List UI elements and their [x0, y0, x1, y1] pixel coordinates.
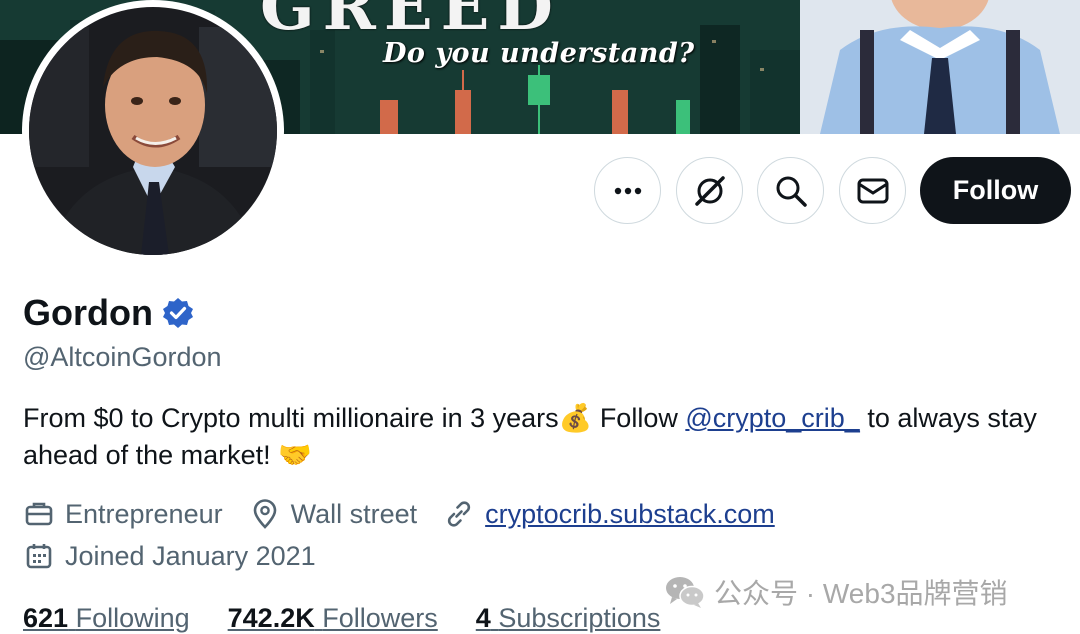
grok-icon [694, 175, 725, 206]
avatar-photo [29, 7, 277, 255]
location-text: Wall street [290, 498, 418, 529]
briefcase-icon [25, 502, 53, 526]
website-item: cryptocrib.substack.com [443, 498, 775, 530]
verified-badge-icon[interactable] [161, 296, 195, 330]
handshake-emoji: 🤝 [278, 440, 312, 471]
followers-stat[interactable]: 742.2K Followers [228, 603, 438, 634]
profile-stats: 621 Following 742.2K Followers 4 Subscri… [23, 603, 698, 634]
follow-button[interactable]: Follow [920, 157, 1071, 224]
profile-bio: From $0 to Crypto multi millionaire in 3… [23, 400, 1043, 474]
avatar[interactable] [22, 0, 284, 262]
profile-joined-row: Joined January 2021 [23, 540, 342, 572]
following-count: 621 [23, 603, 69, 633]
calendar-icon [26, 544, 52, 569]
more-button[interactable] [594, 157, 661, 224]
joined-text: Joined January 2021 [65, 540, 316, 571]
bio-text-2: Follow [592, 403, 686, 433]
profile-name-row: Gordon [23, 292, 195, 334]
banner-tagline: Do you understand? [383, 38, 695, 69]
following-stat[interactable]: 621 Following [23, 603, 190, 634]
website-link[interactable]: cryptocrib.substack.com [485, 499, 775, 530]
search-profile-button[interactable] [757, 157, 824, 224]
following-label: Following [75, 603, 190, 633]
bio-text-1: From $0 to Crypto multi millionaire in 3… [23, 403, 559, 433]
money-bag-emoji: 💰 [558, 403, 593, 434]
joined-item: Joined January 2021 [23, 540, 316, 572]
bio-mention-link[interactable]: @crypto_crib_ [685, 403, 859, 433]
subscriptions-count: 4 [475, 603, 491, 633]
grok-button[interactable] [676, 157, 743, 224]
wechat-icon [666, 577, 705, 608]
more-icon [614, 187, 641, 194]
banner-person-image [800, 0, 1080, 134]
location-item: Wall street [249, 498, 418, 530]
profession-text: Entrepreneur [65, 498, 223, 529]
message-button[interactable] [839, 157, 906, 224]
profile-meta-row: Entrepreneur Wall street cryptocrib.subs… [23, 498, 801, 530]
profile-handle: @AltcoinGordon [23, 342, 222, 372]
followers-label: Followers [322, 603, 438, 633]
followers-count: 742.2K [227, 603, 315, 633]
message-icon [857, 178, 888, 203]
location-pin-icon [253, 499, 276, 529]
subscriptions-stat[interactable]: 4 Subscriptions [476, 603, 661, 634]
subscriptions-label: Subscriptions [498, 603, 661, 633]
search-icon [776, 176, 807, 207]
link-icon [448, 501, 471, 527]
wechat-watermark: 公众号 · Web3品牌营销 [664, 572, 1008, 612]
display-name: Gordon [23, 292, 153, 333]
profession-item: Entrepreneur [23, 498, 223, 530]
watermark-text: 公众号 · Web3品牌营销 [714, 578, 1008, 609]
